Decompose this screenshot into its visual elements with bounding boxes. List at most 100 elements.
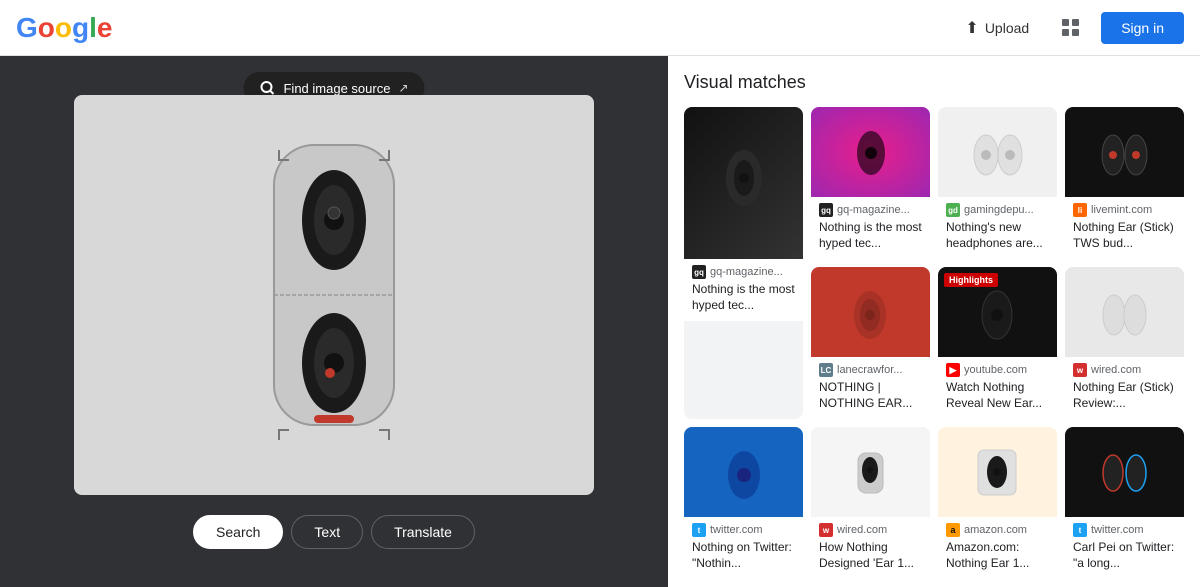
card-title: How Nothing Designed 'Ear 1... bbox=[819, 540, 922, 571]
logo-g2: g bbox=[72, 12, 89, 44]
card-info: w wired.com How Nothing Designed 'Ear 1.… bbox=[811, 517, 930, 579]
card-source: gq gq-magazine... bbox=[692, 265, 795, 279]
white-earbuds bbox=[968, 125, 1028, 180]
lens-icon bbox=[259, 80, 275, 96]
source-favicon: a bbox=[946, 523, 960, 537]
upload-label: Upload bbox=[985, 20, 1029, 36]
source-name: wired.com bbox=[837, 524, 887, 536]
card-info: ▶ youtube.com Watch Nothing Reveal New E… bbox=[938, 357, 1057, 419]
text-tab[interactable]: Text bbox=[291, 515, 363, 549]
logo-l: l bbox=[89, 12, 97, 44]
case-thumb bbox=[848, 445, 893, 500]
card-title: Carl Pei on Twitter: "a long... bbox=[1073, 540, 1176, 571]
match-card-wired-review[interactable]: w wired.com Nothing Ear (Stick) Review:.… bbox=[1065, 267, 1184, 419]
logo-o2: o bbox=[55, 12, 72, 44]
source-name: twitter.com bbox=[1091, 524, 1144, 536]
card-info: w wired.com Nothing Ear (Stick) Review:.… bbox=[1065, 357, 1184, 419]
match-card-youtube[interactable]: Highlights ▶ youtube.com Watch Nothing R… bbox=[938, 267, 1057, 419]
source-favicon: gq bbox=[692, 265, 706, 279]
dark-earphones-pair bbox=[1097, 445, 1152, 500]
card-title: NOTHING | NOTHING EAR... bbox=[819, 380, 922, 411]
match-card-gq-2[interactable]: gq gq-magazine... Nothing is the most hy… bbox=[811, 107, 930, 259]
card-title: Nothing is the most hyped tec... bbox=[692, 282, 795, 313]
grid-icon bbox=[1061, 18, 1081, 38]
source-name: gamingdepu... bbox=[964, 204, 1034, 216]
card-title: Amazon.com: Nothing Ear 1... bbox=[946, 540, 1049, 571]
source-name: lanecrawfor... bbox=[837, 364, 902, 376]
source-name: youtube.com bbox=[964, 364, 1027, 376]
blue-earbuds bbox=[719, 445, 769, 500]
matches-grid: gq gq-magazine... Nothing is the most hy… bbox=[684, 107, 1184, 587]
match-card-wired-how[interactable]: w wired.com How Nothing Designed 'Ear 1.… bbox=[811, 427, 930, 579]
source-name: amazon.com bbox=[964, 524, 1027, 536]
source-favicon: gq bbox=[819, 203, 833, 217]
dark-earbud-thumb bbox=[975, 285, 1020, 340]
dark-earbuds bbox=[1097, 125, 1152, 180]
card-info: gd gamingdepu... Nothing's new headphone… bbox=[938, 197, 1057, 259]
card-title: Nothing on Twitter: "Nothin... bbox=[692, 540, 795, 571]
amazon-earbuds bbox=[970, 445, 1025, 500]
match-card-gq-1[interactable]: gq gq-magazine... Nothing is the most hy… bbox=[684, 107, 803, 419]
match-card-twitter-carl[interactable]: t twitter.com Carl Pei on Twitter: "a lo… bbox=[1065, 427, 1184, 579]
earbud-thumb2 bbox=[851, 125, 891, 180]
card-source: w wired.com bbox=[819, 523, 922, 537]
uploaded-image-container bbox=[74, 95, 594, 495]
match-card-amazon[interactable]: a amazon.com Amazon.com: Nothing Ear 1..… bbox=[938, 427, 1057, 579]
card-title: Watch Nothing Reveal New Ear... bbox=[946, 380, 1049, 411]
upload-button[interactable]: ⬆ Upload bbox=[953, 10, 1041, 46]
card-info: t twitter.com Nothing on Twitter: "Nothi… bbox=[684, 517, 803, 579]
match-card-gaming[interactable]: gd gamingdepu... Nothing's new headphone… bbox=[938, 107, 1057, 259]
logo-g: G bbox=[16, 12, 38, 44]
match-card-livemint[interactable]: li livemint.com Nothing Ear (Stick) TWS … bbox=[1065, 107, 1184, 259]
main-content: Find image source ↗ bbox=[0, 56, 1200, 587]
source-favicon: LC bbox=[819, 363, 833, 377]
white-earbuds-2 bbox=[1097, 285, 1152, 340]
card-title: Nothing's new headphones are... bbox=[946, 220, 1049, 251]
card-source: ▶ youtube.com bbox=[946, 363, 1049, 377]
source-name: wired.com bbox=[1091, 364, 1141, 376]
earbuds-image bbox=[244, 125, 424, 465]
source-name: livemint.com bbox=[1091, 204, 1152, 216]
sign-in-button[interactable]: Sign in bbox=[1101, 12, 1184, 44]
source-favicon: w bbox=[819, 523, 833, 537]
card-source: gq gq-magazine... bbox=[819, 203, 922, 217]
card-title: Nothing is the most hyped tec... bbox=[819, 220, 922, 251]
card-info: gq gq-magazine... Nothing is the most hy… bbox=[684, 259, 803, 321]
source-favicon: gd bbox=[946, 203, 960, 217]
external-link-icon: ↗ bbox=[398, 81, 408, 95]
source-favicon: t bbox=[692, 523, 706, 537]
google-logo: G o o g l e bbox=[16, 12, 112, 44]
match-card-twitter-nothing[interactable]: t twitter.com Nothing on Twitter: "Nothi… bbox=[684, 427, 803, 579]
apps-grid-button[interactable] bbox=[1053, 10, 1089, 46]
card-source: t twitter.com bbox=[1073, 523, 1176, 537]
card-info: t twitter.com Carl Pei on Twitter: "a lo… bbox=[1065, 517, 1184, 579]
right-panel: Visual matches gq bbox=[668, 56, 1200, 587]
source-favicon: ▶ bbox=[946, 363, 960, 377]
search-tab[interactable]: Search bbox=[193, 515, 283, 549]
visual-matches-title: Visual matches bbox=[684, 72, 1184, 93]
upload-icon: ⬆ bbox=[965, 18, 978, 38]
card-image-placeholder bbox=[684, 107, 803, 259]
logo-e: e bbox=[97, 12, 113, 44]
source-favicon: w bbox=[1073, 363, 1087, 377]
left-panel: Find image source ↗ bbox=[0, 56, 668, 587]
card-source: li livemint.com bbox=[1073, 203, 1176, 217]
card-source: w wired.com bbox=[1073, 363, 1176, 377]
card-source: gd gamingdepu... bbox=[946, 203, 1049, 217]
earbud-thumbnail bbox=[719, 143, 769, 223]
translate-tab[interactable]: Translate bbox=[371, 515, 475, 549]
red-earbud bbox=[848, 285, 893, 340]
source-name: gq-magazine... bbox=[837, 204, 910, 216]
card-info: a amazon.com Amazon.com: Nothing Ear 1..… bbox=[938, 517, 1057, 579]
source-favicon: t bbox=[1073, 523, 1087, 537]
card-title: Nothing Ear (Stick) Review:... bbox=[1073, 380, 1176, 411]
find-image-label: Find image source bbox=[283, 81, 390, 96]
card-source: LC lanecrawfor... bbox=[819, 363, 922, 377]
bottom-tabs: Search Text Translate bbox=[193, 515, 475, 549]
logo-o1: o bbox=[38, 12, 55, 44]
match-card-lane[interactable]: LC lanecrawfor... NOTHING | NOTHING EAR.… bbox=[811, 267, 930, 419]
card-title: Nothing Ear (Stick) TWS bud... bbox=[1073, 220, 1176, 251]
card-info: LC lanecrawfor... NOTHING | NOTHING EAR.… bbox=[811, 357, 930, 419]
card-info: li livemint.com Nothing Ear (Stick) TWS … bbox=[1065, 197, 1184, 259]
highlights-badge: Highlights bbox=[944, 273, 998, 287]
